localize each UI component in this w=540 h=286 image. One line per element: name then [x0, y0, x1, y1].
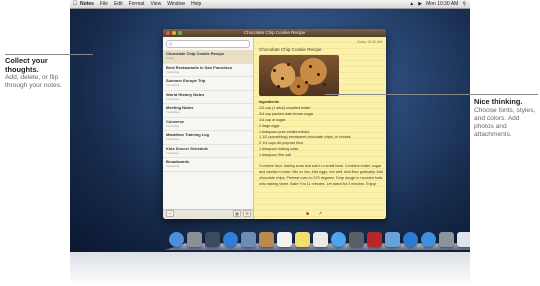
note-toolbar: ■ ↗: [254, 210, 386, 219]
note-list-item[interactable]: Converse Yesterday: [163, 118, 253, 131]
apple-icon[interactable]: : [70, 0, 80, 8]
note-list-date: Yesterday: [166, 164, 180, 168]
note-list-date: Yesterday: [166, 96, 180, 101]
reminders-icon[interactable]: [313, 232, 328, 247]
zoom-icon[interactable]: [178, 31, 182, 35]
notes-sidebar: Q Chocolate Chip Cookie Recipe Today Best …: [163, 37, 254, 219]
system-preferences-icon[interactable]: [439, 232, 454, 247]
wifi-icon[interactable]: ▲: [409, 0, 414, 8]
note-list-item[interactable]: Broadwards Yesterday: [163, 158, 253, 172]
menu-edit[interactable]: Edit: [114, 0, 123, 8]
menu-format[interactable]: Format: [129, 0, 145, 8]
calendar-icon[interactable]: [277, 232, 292, 247]
sidebar-toggle-button[interactable]: ☰: [243, 210, 251, 217]
right-callout-heading: Nice thinking.: [474, 97, 523, 106]
finder-icon[interactable]: [169, 232, 184, 247]
menu-file[interactable]: File: [100, 0, 108, 8]
search-icon: Q: [169, 41, 173, 46]
note-list-date: Yesterday: [166, 69, 180, 74]
note-list-date: Yesterday: [166, 150, 180, 155]
add-note-button[interactable]: +: [166, 210, 174, 217]
messages-icon[interactable]: [331, 232, 346, 247]
note-list-date: Today: [166, 56, 175, 60]
facetime-icon[interactable]: [349, 232, 364, 247]
window-title: Chocolate Chip Cookie Recipe: [243, 30, 306, 35]
ingredients-list: 1/2 cup (1 stick) unsalted butter 3/4 cup…: [259, 106, 383, 159]
note-list-item[interactable]: Best Restaurants in San Francisco Yesterd…: [163, 64, 253, 77]
sidebar-footer: + ▦ ☰: [163, 209, 253, 219]
window-titlebar: Chocolate Chip Cookie Recipe: [163, 29, 386, 37]
note-list-date: Yesterday: [166, 83, 180, 87]
menu-bar:  Notes File Edit Format View Window Hel…: [70, 0, 470, 9]
note-list-date: Yesterday: [166, 110, 180, 114]
left-callout-line: [5, 54, 93, 55]
contacts-icon[interactable]: [259, 232, 274, 247]
menu-clock[interactable]: Mon 10:30 AM: [426, 0, 458, 8]
launchpad-icon[interactable]: [187, 232, 202, 247]
left-callout-heading: Collect your thoughts.: [5, 56, 48, 74]
spotlight-icon[interactable]: ⚲: [462, 0, 466, 8]
share-icon[interactable]: ↗: [318, 211, 322, 217]
mission-control-icon[interactable]: [205, 232, 220, 247]
right-callout-body: Choose fonts, styles, and colors. Add ph…: [474, 106, 536, 138]
trash-icon[interactable]: ■: [306, 211, 309, 217]
note-list-date: Yesterday: [166, 137, 180, 141]
note-date: Today 10:30 AM: [356, 40, 382, 44]
right-callout-line: [325, 94, 538, 95]
close-icon[interactable]: [166, 31, 170, 35]
note-title: Chocolate Chip Cookie Recipe: [259, 47, 322, 52]
note-list-item[interactable]: Summer Europe Trip Yesterday: [163, 77, 253, 91]
search-input[interactable]: Q: [166, 40, 250, 48]
menu-help[interactable]: Help: [191, 0, 201, 8]
desktop-screen:  Notes File Edit Format View Window Hel…: [70, 0, 470, 252]
app-store-icon[interactable]: [421, 232, 436, 247]
note-list-item[interactable]: Chocolate Chip Cookie Recipe Today: [163, 50, 253, 64]
note-list-item[interactable]: Marathon Training Log Yesterday: [163, 131, 253, 145]
note-body: Ingredients 1/2 cup (1 stick) unsalted b…: [259, 100, 383, 188]
photo-booth-icon[interactable]: [367, 232, 382, 247]
safari-icon[interactable]: [223, 232, 238, 247]
dock: [165, 228, 470, 250]
note-list-item[interactable]: Kids Soccer Schedule Yesterday: [163, 145, 253, 158]
notes-window: Chocolate Chip Cookie Recipe Q Chocolate…: [163, 29, 386, 219]
menu-window[interactable]: Window: [167, 0, 185, 8]
directions-text: Combine flour, baking soda and salt in a…: [259, 164, 383, 186]
note-list-item[interactable]: Meeting Notes Yesterday: [163, 104, 253, 118]
note-editor[interactable]: Today 10:30 AM Chocolate Chip Cookie Rec…: [254, 37, 386, 219]
notes-icon[interactable]: [295, 232, 310, 247]
accounts-button[interactable]: ▦: [233, 210, 241, 217]
menu-view[interactable]: View: [150, 0, 161, 8]
note-list-date: Yesterday: [166, 123, 180, 128]
note-list: Chocolate Chip Cookie Recipe Today Best Re…: [163, 50, 253, 172]
minimize-icon[interactable]: [172, 31, 176, 35]
left-callout-body: Add, delete, or flip through your notes.: [5, 74, 62, 89]
cookie-photo: [259, 55, 339, 96]
left-callout: Collect your thoughts. Add, delete, or f…: [5, 56, 67, 90]
mail-icon[interactable]: [241, 232, 256, 247]
itunes-icon[interactable]: [403, 232, 418, 247]
screen-reflection: [70, 252, 470, 286]
downloads-icon[interactable]: [457, 232, 470, 247]
menu-app-name[interactable]: Notes: [80, 0, 94, 8]
right-callout: Nice thinking. Choose fonts, styles, and…: [474, 97, 538, 139]
volume-icon[interactable]: ▶: [418, 0, 422, 8]
note-list-item[interactable]: World History Notes Yesterday: [163, 91, 253, 104]
iphoto-icon[interactable]: [385, 232, 400, 247]
dock-icons: [169, 232, 470, 247]
